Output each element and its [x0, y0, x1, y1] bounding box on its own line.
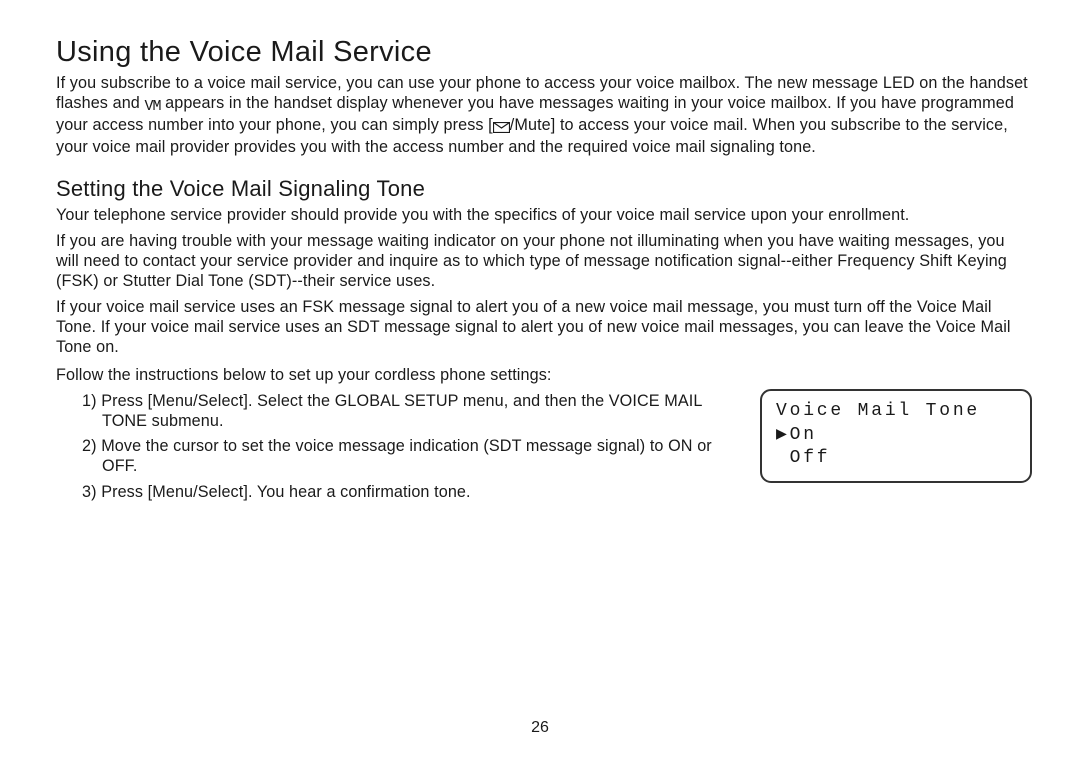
page-number: 26	[531, 719, 549, 737]
body-para-1: Your telephone service provider should p…	[56, 206, 1032, 226]
steps-and-lcd-wrapper: 1) Press [Menu/Select]. Select the GLOBA…	[56, 392, 1032, 510]
section-subtitle: Setting the Voice Mail Signaling Tone	[56, 176, 1032, 202]
lcd-line-on: ▶On	[776, 424, 1016, 448]
lcd-line-title: Voice Mail Tone	[776, 400, 1016, 424]
vm-display-icon: VM	[145, 98, 161, 116]
body-para-2: If you are having trouble with your mess…	[56, 232, 1032, 292]
body-para-3: If your voice mail service uses an FSK m…	[56, 298, 1032, 358]
step-2: 2) Move the cursor to set the voice mess…	[56, 437, 746, 477]
lcd-screen-display: Voice Mail Tone ▶On Off	[760, 389, 1032, 484]
steps-column: 1) Press [Menu/Select]. Select the GLOBA…	[56, 392, 746, 510]
page-title: Using the Voice Mail Service	[56, 36, 1032, 69]
step-1: 1) Press [Menu/Select]. Select the GLOBA…	[56, 392, 746, 432]
instruction-lead: Follow the instructions below to set up …	[56, 366, 1032, 386]
intro-paragraph: If you subscribe to a voice mail service…	[56, 74, 1032, 158]
step-3: 3) Press [Menu/Select]. You hear a confi…	[56, 483, 746, 503]
envelope-icon	[493, 118, 510, 138]
lcd-line-off: Off	[776, 447, 1016, 471]
